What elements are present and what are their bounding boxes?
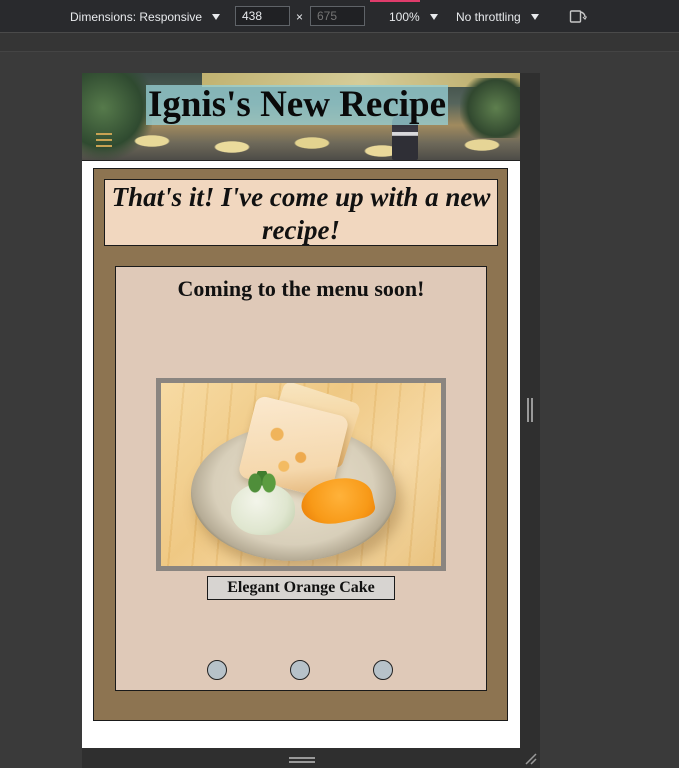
resize-grip-icon[interactable] — [523, 751, 537, 765]
caret-down-icon — [212, 14, 221, 20]
dish-photo-frame — [156, 378, 446, 571]
carousel-dot-3[interactable] — [373, 660, 393, 680]
dimensions-dropdown[interactable]: Dimensions: Responsive — [70, 9, 221, 25]
resize-handle-right[interactable] — [527, 398, 533, 422]
page-title: Ignis's New Recipe — [146, 84, 449, 125]
carousel-dots — [116, 660, 486, 680]
media-query-strip — [0, 33, 679, 52]
dimensions-label: Dimensions: Responsive — [70, 10, 203, 24]
header-banner: Ignis's New Recipe — [82, 73, 520, 161]
zoom-label: 100% — [389, 10, 420, 24]
quote-box: That's it! I've come up with a new recip… — [104, 179, 498, 246]
banner-cafe-tables — [122, 131, 520, 160]
resize-handle-bottom[interactable] — [289, 757, 315, 763]
throttling-label: No throttling — [456, 10, 521, 24]
height-input[interactable] — [310, 6, 365, 26]
carousel-dot-1[interactable] — [207, 660, 227, 680]
device-viewport: Ignis's New Recipe That's it! I've come … — [82, 73, 520, 748]
width-input[interactable] — [235, 6, 290, 26]
card-heading: Coming to the menu soon! — [177, 276, 425, 301]
active-indicator — [370, 0, 420, 2]
dimension-separator: × — [296, 10, 304, 24]
zoom-dropdown[interactable]: 100% — [389, 9, 438, 25]
mint-garnish — [247, 471, 277, 493]
caret-down-icon — [429, 14, 438, 20]
caret-down-icon — [530, 14, 539, 20]
banner-plant — [460, 78, 520, 138]
throttling-dropdown[interactable]: No throttling — [456, 9, 539, 25]
dish-photo — [161, 383, 441, 566]
hamburger-icon[interactable] — [96, 133, 112, 147]
devtools-toolbar: Dimensions: Responsive × 100% No throttl… — [0, 0, 679, 33]
main-panel: That's it! I've come up with a new recip… — [93, 168, 508, 721]
recipe-card: Coming to the menu soon! Elegant Orange … — [115, 266, 487, 691]
dish-name-button[interactable]: Elegant Orange Cake — [207, 576, 395, 600]
carousel-dot-2[interactable] — [290, 660, 310, 680]
rotate-icon[interactable] — [569, 8, 587, 24]
